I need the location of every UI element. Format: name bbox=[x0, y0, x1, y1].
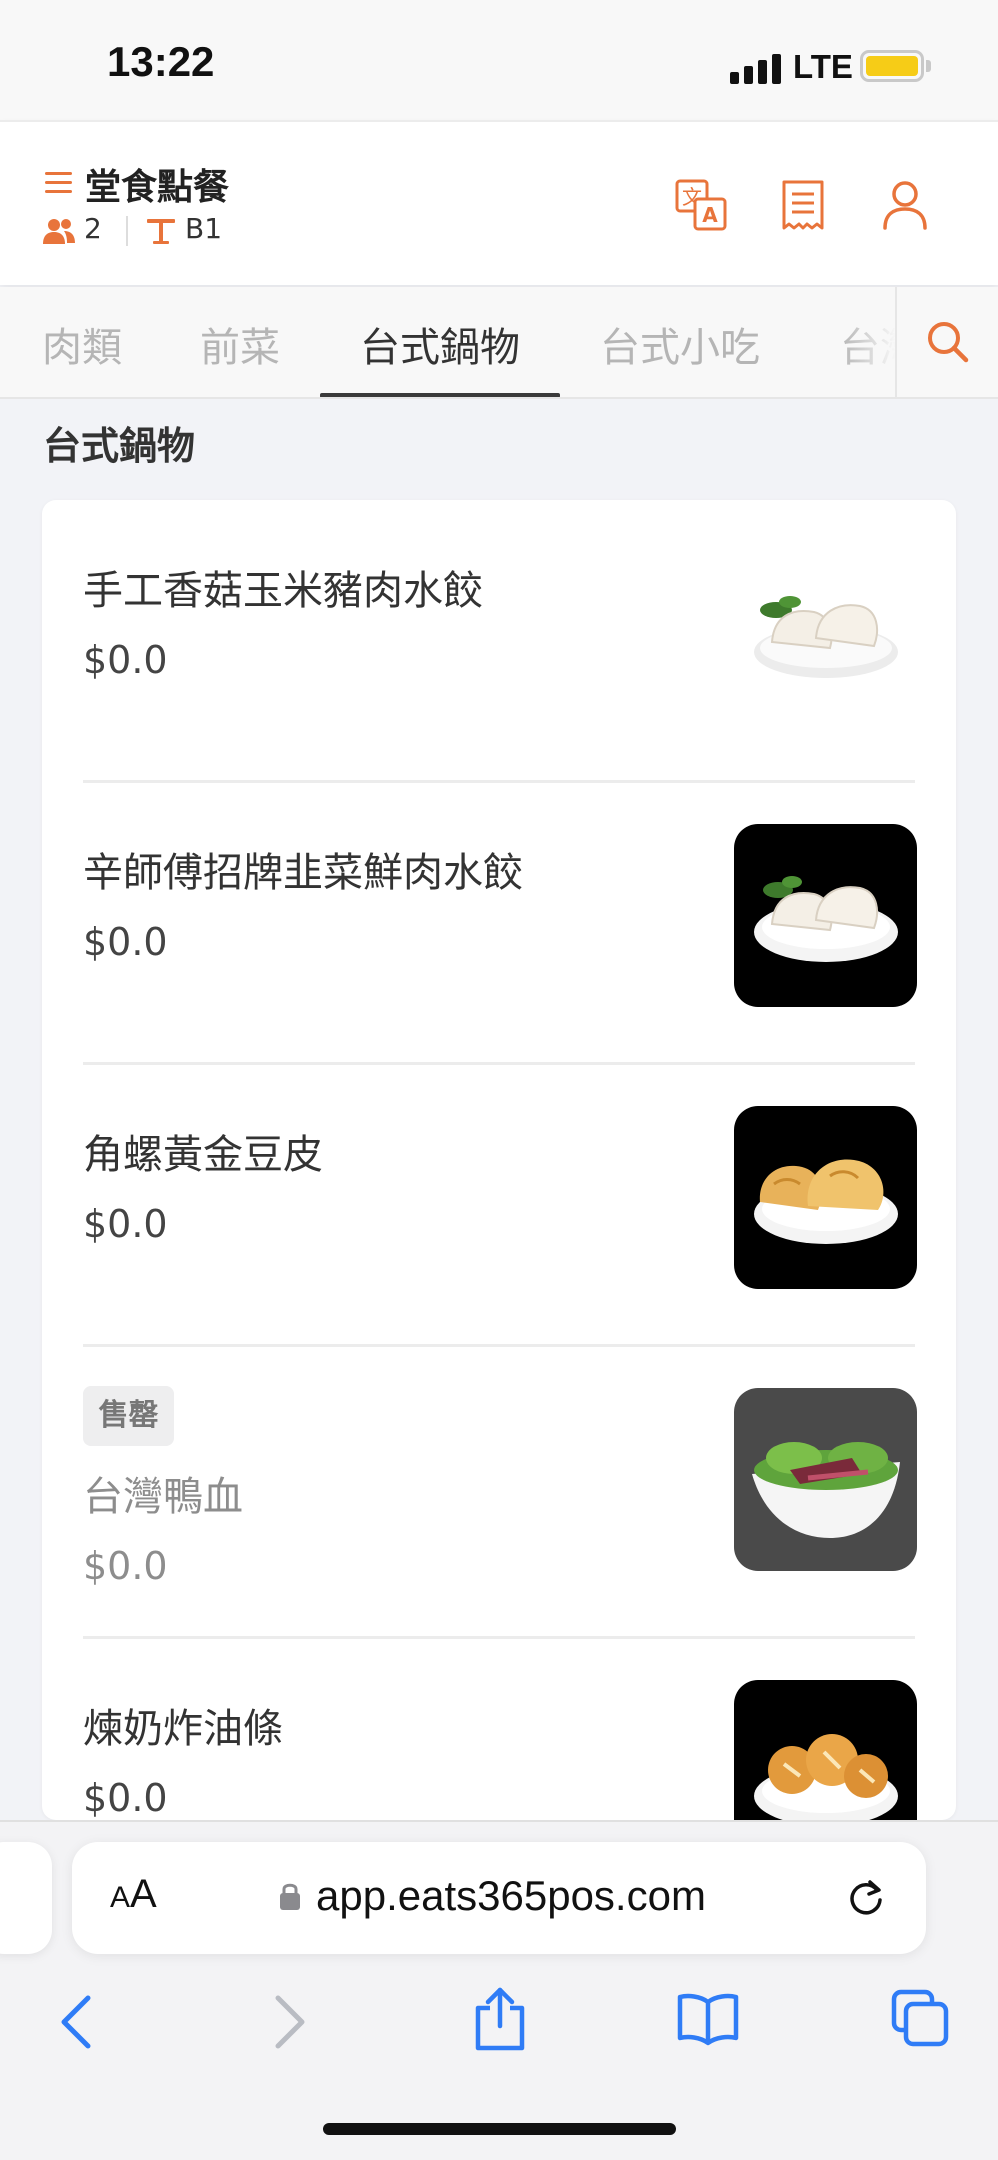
tabs-icon[interactable] bbox=[890, 1988, 950, 2048]
menu-item[interactable]: 辛師傅招牌韭菜鮮肉水餃 $0.0 bbox=[42, 782, 956, 1064]
reload-icon[interactable] bbox=[844, 1876, 888, 1920]
category-tabs: 肉類 前菜 台式鍋物 台式小吃 台灣 bbox=[0, 287, 998, 399]
table-icon bbox=[147, 219, 175, 244]
app-header: 堂食點餐 2 B1 文 A bbox=[0, 120, 998, 285]
tab-taiwanese-hotpot[interactable]: 台式鍋物 bbox=[360, 315, 520, 373]
item-image bbox=[734, 824, 917, 1007]
battery-icon bbox=[860, 50, 924, 82]
user-icon[interactable] bbox=[878, 178, 932, 232]
item-name: 台灣鴨血 bbox=[83, 1474, 243, 1520]
back-icon[interactable] bbox=[52, 1992, 102, 2052]
item-price: $0.0 bbox=[83, 638, 168, 682]
section-title: 台式鍋物 bbox=[43, 424, 196, 468]
browser-toolbar: AA app.eats365pos.com bbox=[0, 1820, 998, 2160]
battery-cap bbox=[926, 60, 931, 72]
search-button[interactable] bbox=[895, 287, 998, 397]
item-name: 角螺黃金豆皮 bbox=[83, 1132, 323, 1178]
active-tab-indicator bbox=[320, 393, 560, 397]
item-image bbox=[734, 1106, 917, 1289]
status-time: 13:22 bbox=[107, 38, 215, 85]
aa-big: A bbox=[130, 1872, 157, 1916]
menu-icon[interactable] bbox=[45, 172, 72, 194]
tab-taiwanese-snacks[interactable]: 台式小吃 bbox=[600, 315, 760, 373]
item-image bbox=[734, 1388, 917, 1571]
menu-item-sold-out[interactable]: 售罄 台灣鴨血 $0.0 bbox=[42, 1346, 956, 1638]
network-label: LTE bbox=[793, 48, 853, 85]
item-image bbox=[734, 1680, 917, 1820]
search-icon bbox=[928, 322, 969, 363]
header-divider bbox=[126, 216, 128, 246]
forward-icon[interactable] bbox=[264, 1992, 314, 2052]
tab-meat[interactable]: 肉類 bbox=[42, 315, 122, 373]
item-image bbox=[734, 542, 917, 725]
lock-icon bbox=[280, 1883, 300, 1910]
item-price: $0.0 bbox=[83, 1202, 168, 1246]
svg-text:A: A bbox=[702, 203, 718, 227]
menu-list: 手工香菇玉米豬肉水餃 $0.0 辛師傅招牌韭菜鮮肉水餃 $0.0 角螺黃金豆皮 … bbox=[42, 500, 956, 1820]
table-label: B1 bbox=[185, 212, 223, 245]
sold-out-badge: 售罄 bbox=[83, 1386, 174, 1446]
previous-tab-peek[interactable] bbox=[0, 1842, 52, 1954]
item-price: $0.0 bbox=[83, 1544, 168, 1588]
reader-text-size-button[interactable]: AA bbox=[110, 1872, 157, 1917]
item-price: $0.0 bbox=[83, 1776, 168, 1820]
url-text: app.eats365pos.com bbox=[316, 1872, 706, 1919]
page-title: 堂食點餐 bbox=[85, 167, 230, 208]
bookmarks-icon[interactable] bbox=[676, 1990, 740, 2046]
home-indicator[interactable] bbox=[323, 2123, 676, 2135]
signal-icon bbox=[730, 54, 782, 84]
item-price: $0.0 bbox=[83, 920, 168, 964]
guests-icon bbox=[43, 219, 75, 244]
item-name: 煉奶炸油條 bbox=[83, 1706, 283, 1752]
item-name: 辛師傅招牌韭菜鮮肉水餃 bbox=[83, 850, 523, 896]
item-name: 手工香菇玉米豬肉水餃 bbox=[83, 568, 483, 614]
aa-small: A bbox=[110, 1881, 131, 1914]
menu-item[interactable]: 角螺黃金豆皮 $0.0 bbox=[42, 1064, 956, 1346]
tabs-fade bbox=[840, 287, 896, 397]
menu-item[interactable]: 煉奶炸油條 $0.0 bbox=[42, 1638, 956, 1820]
translate-icon[interactable]: 文 A bbox=[674, 178, 728, 232]
address-bar[interactable]: AA app.eats365pos.com bbox=[72, 1842, 926, 1954]
tab-appetizers[interactable]: 前菜 bbox=[200, 315, 280, 373]
status-bar: 13:22 LTE bbox=[0, 0, 998, 120]
share-icon[interactable] bbox=[472, 1984, 528, 2054]
menu-item[interactable]: 手工香菇玉米豬肉水餃 $0.0 bbox=[42, 500, 956, 782]
receipt-icon[interactable] bbox=[776, 178, 830, 232]
guest-count: 2 bbox=[84, 212, 102, 245]
